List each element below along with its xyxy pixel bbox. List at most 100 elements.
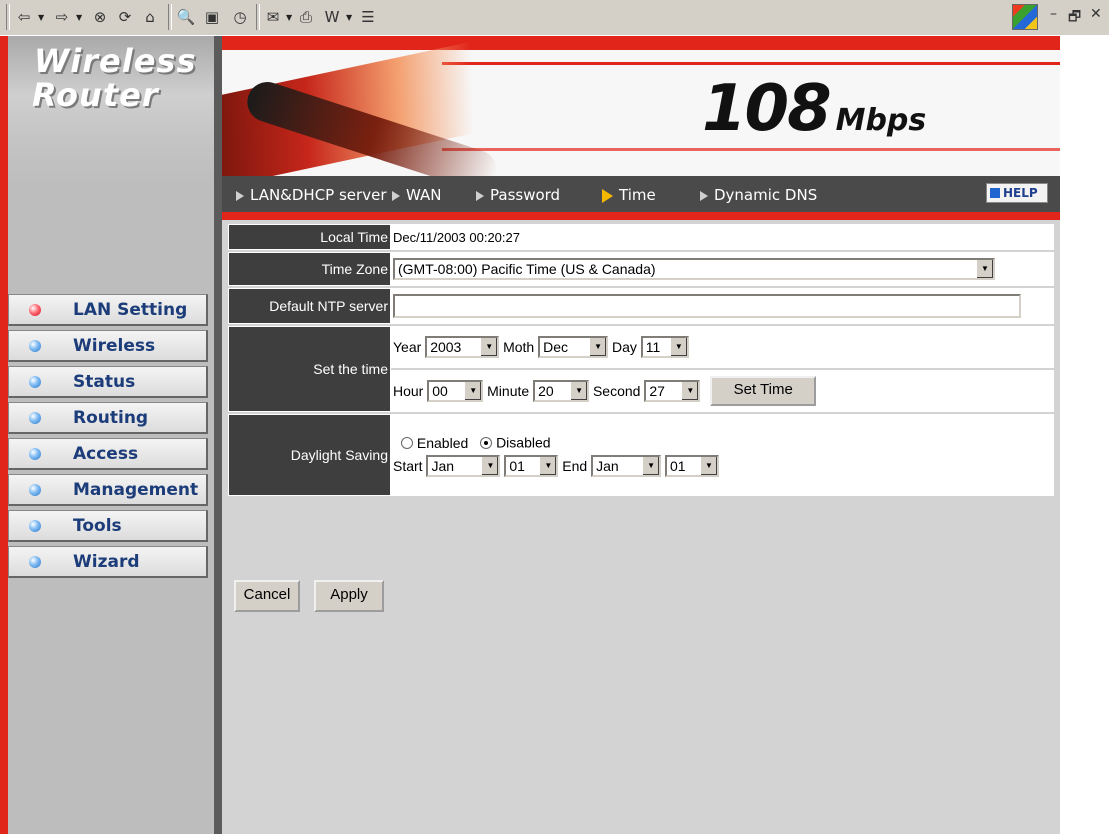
forward-icon[interactable]: ⇨: [52, 7, 72, 27]
menu-label: LAN Setting: [73, 300, 188, 320]
history-icon[interactable]: ◷: [230, 7, 250, 27]
month-label: Moth: [503, 339, 535, 355]
nav-lan-dhcp[interactable]: LAN&DHCP server: [236, 186, 386, 204]
daylight-saving-label: Daylight Saving: [228, 414, 391, 496]
menu-wireless[interactable]: Wireless: [8, 330, 208, 362]
disabled-label: Disabled: [496, 434, 551, 451]
arrow-right-icon: [392, 190, 400, 201]
nav-wan[interactable]: WAN: [392, 186, 442, 204]
month-value: Dec: [543, 339, 568, 355]
menu-management[interactable]: Management: [8, 474, 208, 506]
refresh-icon[interactable]: ⟳: [115, 7, 135, 27]
ntp-server-label: Default NTP server: [228, 288, 391, 324]
discuss-icon[interactable]: ☰: [358, 7, 378, 27]
banner-speed: 108: [702, 72, 832, 146]
end-month-select[interactable]: Jan ▼: [591, 454, 662, 477]
start-month-select[interactable]: Jan ▼: [426, 454, 501, 477]
menu-access[interactable]: Access: [8, 438, 208, 470]
help-icon: [990, 188, 1000, 198]
chevron-down-icon[interactable]: ▼: [38, 13, 44, 22]
back-icon[interactable]: ⇦: [14, 7, 34, 27]
chevron-down-icon: ▼: [570, 382, 588, 400]
time-zone-value: (GMT-08:00) Pacific Time (US & Canada): [398, 261, 656, 277]
chevron-down-icon[interactable]: ▼: [286, 13, 292, 22]
bullet-icon: [29, 340, 41, 352]
chevron-down-icon: ▼: [480, 338, 498, 356]
bullet-icon: [29, 448, 41, 460]
local-time-label: Local Time: [228, 224, 391, 250]
search-icon[interactable]: 🔍: [176, 7, 196, 27]
month-select[interactable]: Dec ▼: [538, 336, 609, 358]
date-row: Year 2003 ▼ Moth Dec ▼ Day 11 ▼: [391, 326, 1054, 368]
chevron-down-icon: ▼: [589, 338, 607, 356]
chevron-down-icon: ▼: [699, 456, 717, 475]
menu-label: Routing: [73, 408, 149, 428]
hour-label: Hour: [393, 383, 424, 399]
time-zone-cell: (GMT-08:00) Pacific Time (US & Canada) ▼: [391, 252, 1054, 286]
menu-routing[interactable]: Routing: [8, 402, 208, 434]
help-button[interactable]: HELP: [986, 183, 1048, 203]
menu-label: Status: [73, 372, 136, 392]
enabled-label: Enabled: [416, 434, 469, 451]
start-day-select[interactable]: 01 ▼: [504, 454, 559, 477]
restore-icon[interactable]: 🗗: [1068, 6, 1081, 30]
year-value: 2003: [430, 339, 462, 355]
year-select[interactable]: 2003 ▼: [425, 336, 500, 358]
browser-toolbar: ⇦ ▼ ⇨ ▼ ⊗ ⟳ ⌂ 🔍 ▣ ◷ ✉ ▼ ⎙ W ▼ ☰ – 🗗 ✕: [0, 0, 1109, 36]
end-day-select[interactable]: 01 ▼: [664, 454, 719, 477]
menu-tools[interactable]: Tools: [8, 510, 208, 542]
chevron-down-icon: ▼: [681, 382, 699, 400]
banner-stripe: [442, 148, 1060, 151]
enabled-radio[interactable]: [401, 436, 413, 449]
start-day-value: 01: [509, 457, 525, 474]
start-label: Start: [393, 457, 423, 474]
menu-label: Tools: [73, 516, 122, 536]
toolbar-separator: [6, 4, 10, 30]
second-select[interactable]: 27 ▼: [644, 380, 701, 402]
hour-value: 00: [432, 383, 448, 399]
menu-wizard[interactable]: Wizard: [8, 546, 208, 578]
daylight-radio-row: Enabled Disabled: [393, 433, 1053, 451]
daylight-saving-cell: Enabled Disabled Start Jan ▼ 01 ▼ End Jan ▼…: [391, 414, 1054, 496]
stop-icon[interactable]: ⊗: [90, 7, 110, 27]
minimize-icon[interactable]: –: [1050, 6, 1057, 22]
toolbar-separator: [168, 4, 172, 30]
minute-select[interactable]: 20 ▼: [533, 380, 590, 402]
hour-select[interactable]: 00 ▼: [427, 380, 484, 402]
left-dark-border: [214, 36, 222, 834]
nav-password[interactable]: Password: [476, 186, 560, 204]
apply-button[interactable]: Apply: [314, 580, 384, 612]
daylight-range-row: Start Jan ▼ 01 ▼ End Jan ▼ 01 ▼: [393, 454, 1053, 477]
bullet-icon: [29, 376, 41, 388]
nav-time[interactable]: Time: [602, 186, 656, 204]
edit-icon[interactable]: W: [322, 7, 342, 27]
ntp-server-input[interactable]: [393, 294, 1021, 318]
nav-label: Dynamic DNS: [714, 186, 818, 204]
cancel-button[interactable]: Cancel: [234, 580, 300, 612]
right-margin: [1060, 36, 1109, 834]
main-content: Local Time Dec/11/2003 00:20:27 Time Zon…: [222, 220, 1060, 834]
end-month-value: Jan: [596, 457, 619, 474]
menu-status[interactable]: Status: [8, 366, 208, 398]
banner-red-bar: [222, 36, 1060, 50]
home-icon[interactable]: ⌂: [140, 7, 160, 27]
nav-dynamic-dns[interactable]: Dynamic DNS: [700, 186, 817, 204]
set-time-button[interactable]: Set Time: [710, 376, 817, 406]
close-icon[interactable]: ✕: [1090, 6, 1102, 22]
chevron-down-icon: ▼: [669, 338, 687, 356]
set-time-label: Set the time: [228, 326, 391, 412]
left-red-border: [0, 36, 8, 834]
disabled-radio[interactable]: [480, 436, 493, 449]
end-day-value: 01: [669, 457, 686, 474]
clock-row: Hour 00 ▼ Minute 20 ▼ Second 27 ▼ Set Time: [391, 370, 1054, 412]
print-icon[interactable]: ⎙: [296, 7, 316, 27]
day-select[interactable]: 11 ▼: [640, 336, 689, 358]
chevron-down-icon[interactable]: ▼: [76, 13, 82, 22]
mail-icon[interactable]: ✉: [263, 7, 283, 27]
menu-label: Wireless: [73, 336, 156, 356]
chevron-down-icon[interactable]: ▼: [346, 13, 352, 22]
menu-lan-setting[interactable]: LAN Setting: [8, 294, 208, 326]
favorites-icon[interactable]: ▣: [202, 7, 222, 27]
logo-line-1: Wireless: [34, 42, 197, 80]
time-zone-select[interactable]: (GMT-08:00) Pacific Time (US & Canada) ▼: [393, 258, 995, 280]
